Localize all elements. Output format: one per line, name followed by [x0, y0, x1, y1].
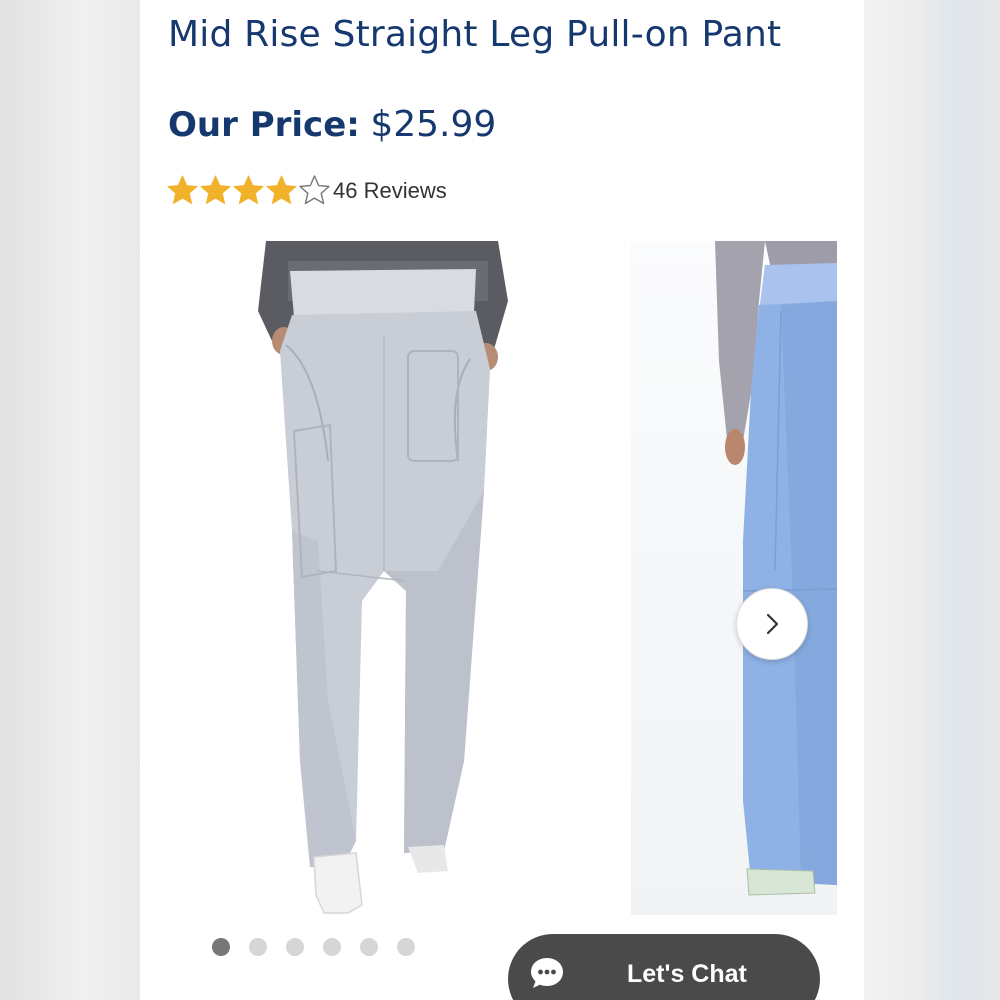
chat-bubble-icon: [531, 958, 563, 988]
reviews-link[interactable]: 46 Reviews: [333, 178, 447, 204]
carousel-dot[interactable]: [323, 938, 341, 956]
star-filled-icon: [266, 175, 297, 204]
carousel-dot[interactable]: [249, 938, 267, 956]
carousel-dot[interactable]: [286, 938, 304, 956]
price-label: Our Price:: [168, 105, 360, 145]
star-empty-icon: [299, 175, 330, 205]
chat-label: Let's Chat: [627, 960, 747, 988]
chevron-right-icon: [766, 613, 779, 635]
carousel-next-button[interactable]: [736, 588, 808, 660]
star-filled-icon: [167, 175, 198, 204]
carousel-dot[interactable]: [212, 938, 230, 956]
price-value: $25.99: [370, 104, 497, 145]
carousel-dot[interactable]: [397, 938, 415, 956]
product-image-secondary[interactable]: [631, 241, 837, 915]
star-rating: [166, 174, 331, 207]
rating-row[interactable]: 46 Reviews: [166, 174, 447, 207]
background-blur-left: [0, 0, 140, 1000]
lets-chat-button[interactable]: Let's Chat: [508, 934, 820, 1000]
background-blur-right: [864, 0, 1000, 1000]
star-filled-icon: [233, 175, 264, 204]
price-row: Our Price: $25.99: [168, 104, 496, 145]
product-page: Mid Rise Straight Leg Pull-on Pant Our P…: [140, 0, 864, 1000]
product-title: Mid Rise Straight Leg Pull-on Pant: [168, 14, 782, 55]
carousel-dots: [212, 938, 415, 956]
star-filled-icon: [200, 175, 231, 204]
carousel-dot[interactable]: [360, 938, 378, 956]
product-image-main[interactable]: [258, 241, 514, 915]
